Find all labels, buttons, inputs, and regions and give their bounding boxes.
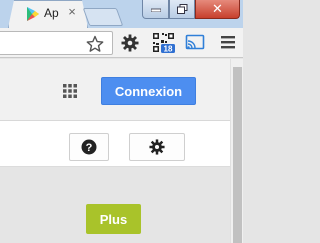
star-icon[interactable] (86, 35, 104, 53)
qr-extension-icon[interactable]: 18 (152, 32, 176, 54)
menu-icon[interactable] (221, 34, 235, 50)
new-tab-button[interactable] (82, 8, 124, 26)
gear-icon[interactable] (121, 34, 139, 52)
restore-button[interactable] (169, 0, 195, 19)
restore-icon (176, 4, 187, 14)
scrollbar-thumb[interactable] (233, 67, 242, 243)
more-button[interactable]: Plus (86, 204, 141, 234)
help-button[interactable]: ? (69, 133, 109, 161)
svg-text:?: ? (86, 142, 93, 154)
action-bar: ? (0, 121, 230, 167)
tab-close-icon[interactable]: × (65, 5, 79, 19)
help-icon: ? (81, 139, 97, 155)
minimize-button[interactable] (142, 0, 169, 19)
gear-icon (149, 139, 165, 155)
tab-strip: Ap × ✕ (0, 0, 243, 28)
tab-title: Ap (44, 6, 59, 20)
window-controls: ✕ (142, 0, 240, 19)
cast-extension-icon[interactable] (185, 34, 205, 52)
minimize-icon (150, 8, 161, 12)
apps-grid-icon[interactable] (63, 84, 77, 98)
vertical-scrollbar[interactable] (230, 59, 243, 243)
page-content: Connexion ? Plus (0, 59, 230, 243)
extension-badge: 18 (164, 45, 173, 54)
settings-button[interactable] (129, 133, 185, 161)
play-store-icon (27, 7, 39, 21)
address-bar[interactable] (0, 31, 113, 55)
header-bar: Connexion (0, 59, 230, 121)
login-button[interactable]: Connexion (101, 77, 196, 105)
close-window-button[interactable]: ✕ (195, 0, 240, 19)
